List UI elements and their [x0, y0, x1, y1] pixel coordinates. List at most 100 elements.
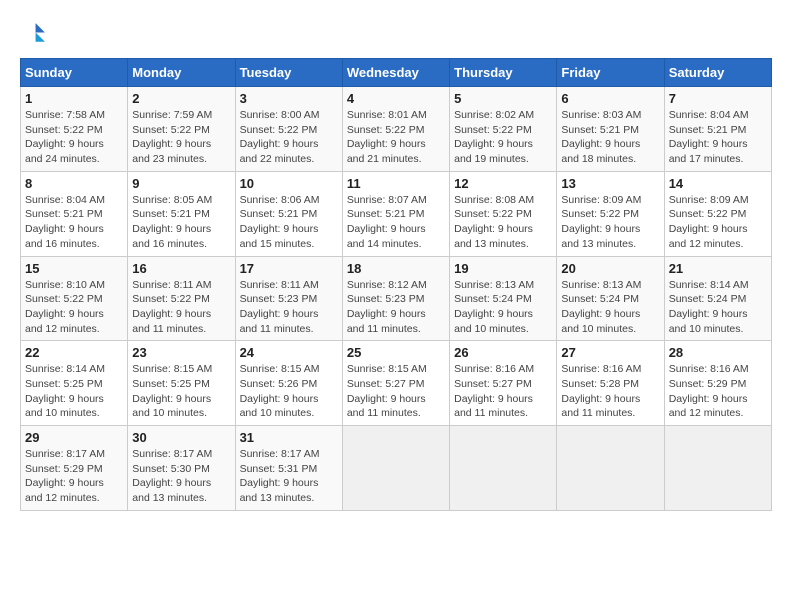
- day-number: 28: [669, 345, 767, 360]
- calendar-table: SundayMondayTuesdayWednesdayThursdayFrid…: [20, 58, 772, 511]
- day-number: 22: [25, 345, 123, 360]
- day-number: 29: [25, 430, 123, 445]
- day-number: 17: [240, 261, 338, 276]
- week-row-5: 29 Sunrise: 8:17 AM Sunset: 5:29 PM Dayli…: [21, 426, 772, 511]
- day-info: Sunrise: 8:15 AM Sunset: 5:27 PM Dayligh…: [347, 362, 445, 421]
- day-info: Sunrise: 8:09 AM Sunset: 5:22 PM Dayligh…: [669, 193, 767, 252]
- day-number: 4: [347, 91, 445, 106]
- day-number: 10: [240, 176, 338, 191]
- day-cell: 15 Sunrise: 8:10 AM Sunset: 5:22 PM Dayli…: [21, 256, 128, 341]
- day-cell: 17Sunrise: 8:11 AM Sunset: 5:23 PM Dayli…: [235, 256, 342, 341]
- day-number: 23: [132, 345, 230, 360]
- day-cell: 29 Sunrise: 8:17 AM Sunset: 5:29 PM Dayli…: [21, 426, 128, 511]
- day-info: Sunrise: 8:04 AM Sunset: 5:21 PM Dayligh…: [669, 108, 767, 167]
- day-cell: 13 Sunrise: 8:09 AM Sunset: 5:22 PM Dayli…: [557, 171, 664, 256]
- day-cell: 14 Sunrise: 8:09 AM Sunset: 5:22 PM Dayli…: [664, 171, 771, 256]
- logo: [20, 20, 52, 48]
- day-cell: [450, 426, 557, 511]
- day-cell: 2Sunrise: 7:59 AM Sunset: 5:22 PM Daylig…: [128, 87, 235, 172]
- header-cell-monday: Monday: [128, 59, 235, 87]
- day-cell: 30 Sunrise: 8:17 AM Sunset: 5:30 PM Dayli…: [128, 426, 235, 511]
- day-cell: 28 Sunrise: 8:16 AM Sunset: 5:29 PM Dayli…: [664, 341, 771, 426]
- day-number: 26: [454, 345, 552, 360]
- day-info: Sunrise: 8:16 AM Sunset: 5:29 PM Dayligh…: [669, 362, 767, 421]
- day-number: 16: [132, 261, 230, 276]
- day-number: 15: [25, 261, 123, 276]
- day-cell: 16 Sunrise: 8:11 AM Sunset: 5:22 PM Dayli…: [128, 256, 235, 341]
- week-row-1: 1Sunrise: 7:58 AM Sunset: 5:22 PM Daylig…: [21, 87, 772, 172]
- header-cell-saturday: Saturday: [664, 59, 771, 87]
- day-cell: 31 Sunrise: 8:17 AM Sunset: 5:31 PM Dayli…: [235, 426, 342, 511]
- day-number: 30: [132, 430, 230, 445]
- day-info: Sunrise: 8:08 AM Sunset: 5:22 PM Dayligh…: [454, 193, 552, 252]
- day-info: Sunrise: 8:03 AM Sunset: 5:21 PM Dayligh…: [561, 108, 659, 167]
- day-cell: [342, 426, 449, 511]
- day-number: 5: [454, 91, 552, 106]
- day-number: 7: [669, 91, 767, 106]
- day-info: Sunrise: 8:16 AM Sunset: 5:28 PM Dayligh…: [561, 362, 659, 421]
- day-info: Sunrise: 8:06 AM Sunset: 5:21 PM Dayligh…: [240, 193, 338, 252]
- day-number: 3: [240, 91, 338, 106]
- day-info: Sunrise: 8:09 AM Sunset: 5:22 PM Dayligh…: [561, 193, 659, 252]
- day-number: 13: [561, 176, 659, 191]
- header-cell-sunday: Sunday: [21, 59, 128, 87]
- day-number: 20: [561, 261, 659, 276]
- day-info: Sunrise: 8:10 AM Sunset: 5:22 PM Dayligh…: [25, 278, 123, 337]
- day-info: Sunrise: 8:00 AM Sunset: 5:22 PM Dayligh…: [240, 108, 338, 167]
- day-info: Sunrise: 8:12 AM Sunset: 5:23 PM Dayligh…: [347, 278, 445, 337]
- day-info: Sunrise: 8:15 AM Sunset: 5:25 PM Dayligh…: [132, 362, 230, 421]
- calendar-body: 1Sunrise: 7:58 AM Sunset: 5:22 PM Daylig…: [21, 87, 772, 511]
- day-cell: 7 Sunrise: 8:04 AM Sunset: 5:21 PM Daylig…: [664, 87, 771, 172]
- day-info: Sunrise: 8:14 AM Sunset: 5:24 PM Dayligh…: [669, 278, 767, 337]
- day-info: Sunrise: 8:17 AM Sunset: 5:30 PM Dayligh…: [132, 447, 230, 506]
- header-cell-wednesday: Wednesday: [342, 59, 449, 87]
- day-cell: 20Sunrise: 8:13 AM Sunset: 5:24 PM Dayli…: [557, 256, 664, 341]
- week-row-2: 8 Sunrise: 8:04 AM Sunset: 5:21 PM Daylig…: [21, 171, 772, 256]
- day-info: Sunrise: 8:04 AM Sunset: 5:21 PM Dayligh…: [25, 193, 123, 252]
- day-cell: 6Sunrise: 8:03 AM Sunset: 5:21 PM Daylig…: [557, 87, 664, 172]
- day-number: 31: [240, 430, 338, 445]
- day-cell: [664, 426, 771, 511]
- calendar-header: SundayMondayTuesdayWednesdayThursdayFrid…: [21, 59, 772, 87]
- week-row-4: 22 Sunrise: 8:14 AM Sunset: 5:25 PM Dayli…: [21, 341, 772, 426]
- header-cell-thursday: Thursday: [450, 59, 557, 87]
- day-cell: 21 Sunrise: 8:14 AM Sunset: 5:24 PM Dayli…: [664, 256, 771, 341]
- day-number: 21: [669, 261, 767, 276]
- week-row-3: 15 Sunrise: 8:10 AM Sunset: 5:22 PM Dayli…: [21, 256, 772, 341]
- day-cell: 8 Sunrise: 8:04 AM Sunset: 5:21 PM Daylig…: [21, 171, 128, 256]
- day-number: 19: [454, 261, 552, 276]
- day-cell: 5Sunrise: 8:02 AM Sunset: 5:22 PM Daylig…: [450, 87, 557, 172]
- day-info: Sunrise: 8:15 AM Sunset: 5:26 PM Dayligh…: [240, 362, 338, 421]
- day-number: 12: [454, 176, 552, 191]
- day-info: Sunrise: 8:01 AM Sunset: 5:22 PM Dayligh…: [347, 108, 445, 167]
- day-cell: 25Sunrise: 8:15 AM Sunset: 5:27 PM Dayli…: [342, 341, 449, 426]
- day-cell: 1Sunrise: 7:58 AM Sunset: 5:22 PM Daylig…: [21, 87, 128, 172]
- day-info: Sunrise: 8:17 AM Sunset: 5:29 PM Dayligh…: [25, 447, 123, 506]
- page-header: [20, 20, 772, 48]
- day-info: Sunrise: 8:07 AM Sunset: 5:21 PM Dayligh…: [347, 193, 445, 252]
- day-number: 14: [669, 176, 767, 191]
- day-number: 8: [25, 176, 123, 191]
- day-number: 11: [347, 176, 445, 191]
- day-cell: 22 Sunrise: 8:14 AM Sunset: 5:25 PM Dayli…: [21, 341, 128, 426]
- logo-icon: [20, 20, 48, 48]
- day-cell: 24 Sunrise: 8:15 AM Sunset: 5:26 PM Dayli…: [235, 341, 342, 426]
- day-info: Sunrise: 8:05 AM Sunset: 5:21 PM Dayligh…: [132, 193, 230, 252]
- day-number: 27: [561, 345, 659, 360]
- day-cell: 10 Sunrise: 8:06 AM Sunset: 5:21 PM Dayli…: [235, 171, 342, 256]
- day-number: 1: [25, 91, 123, 106]
- day-cell: 27 Sunrise: 8:16 AM Sunset: 5:28 PM Dayli…: [557, 341, 664, 426]
- day-info: Sunrise: 8:14 AM Sunset: 5:25 PM Dayligh…: [25, 362, 123, 421]
- day-number: 9: [132, 176, 230, 191]
- day-cell: 4 Sunrise: 8:01 AM Sunset: 5:22 PM Daylig…: [342, 87, 449, 172]
- header-cell-tuesday: Tuesday: [235, 59, 342, 87]
- day-info: Sunrise: 8:11 AM Sunset: 5:22 PM Dayligh…: [132, 278, 230, 337]
- header-cell-friday: Friday: [557, 59, 664, 87]
- day-info: Sunrise: 8:17 AM Sunset: 5:31 PM Dayligh…: [240, 447, 338, 506]
- day-number: 24: [240, 345, 338, 360]
- header-row: SundayMondayTuesdayWednesdayThursdayFrid…: [21, 59, 772, 87]
- day-cell: 3 Sunrise: 8:00 AM Sunset: 5:22 PM Daylig…: [235, 87, 342, 172]
- day-number: 18: [347, 261, 445, 276]
- day-info: Sunrise: 8:16 AM Sunset: 5:27 PM Dayligh…: [454, 362, 552, 421]
- day-cell: 9 Sunrise: 8:05 AM Sunset: 5:21 PM Daylig…: [128, 171, 235, 256]
